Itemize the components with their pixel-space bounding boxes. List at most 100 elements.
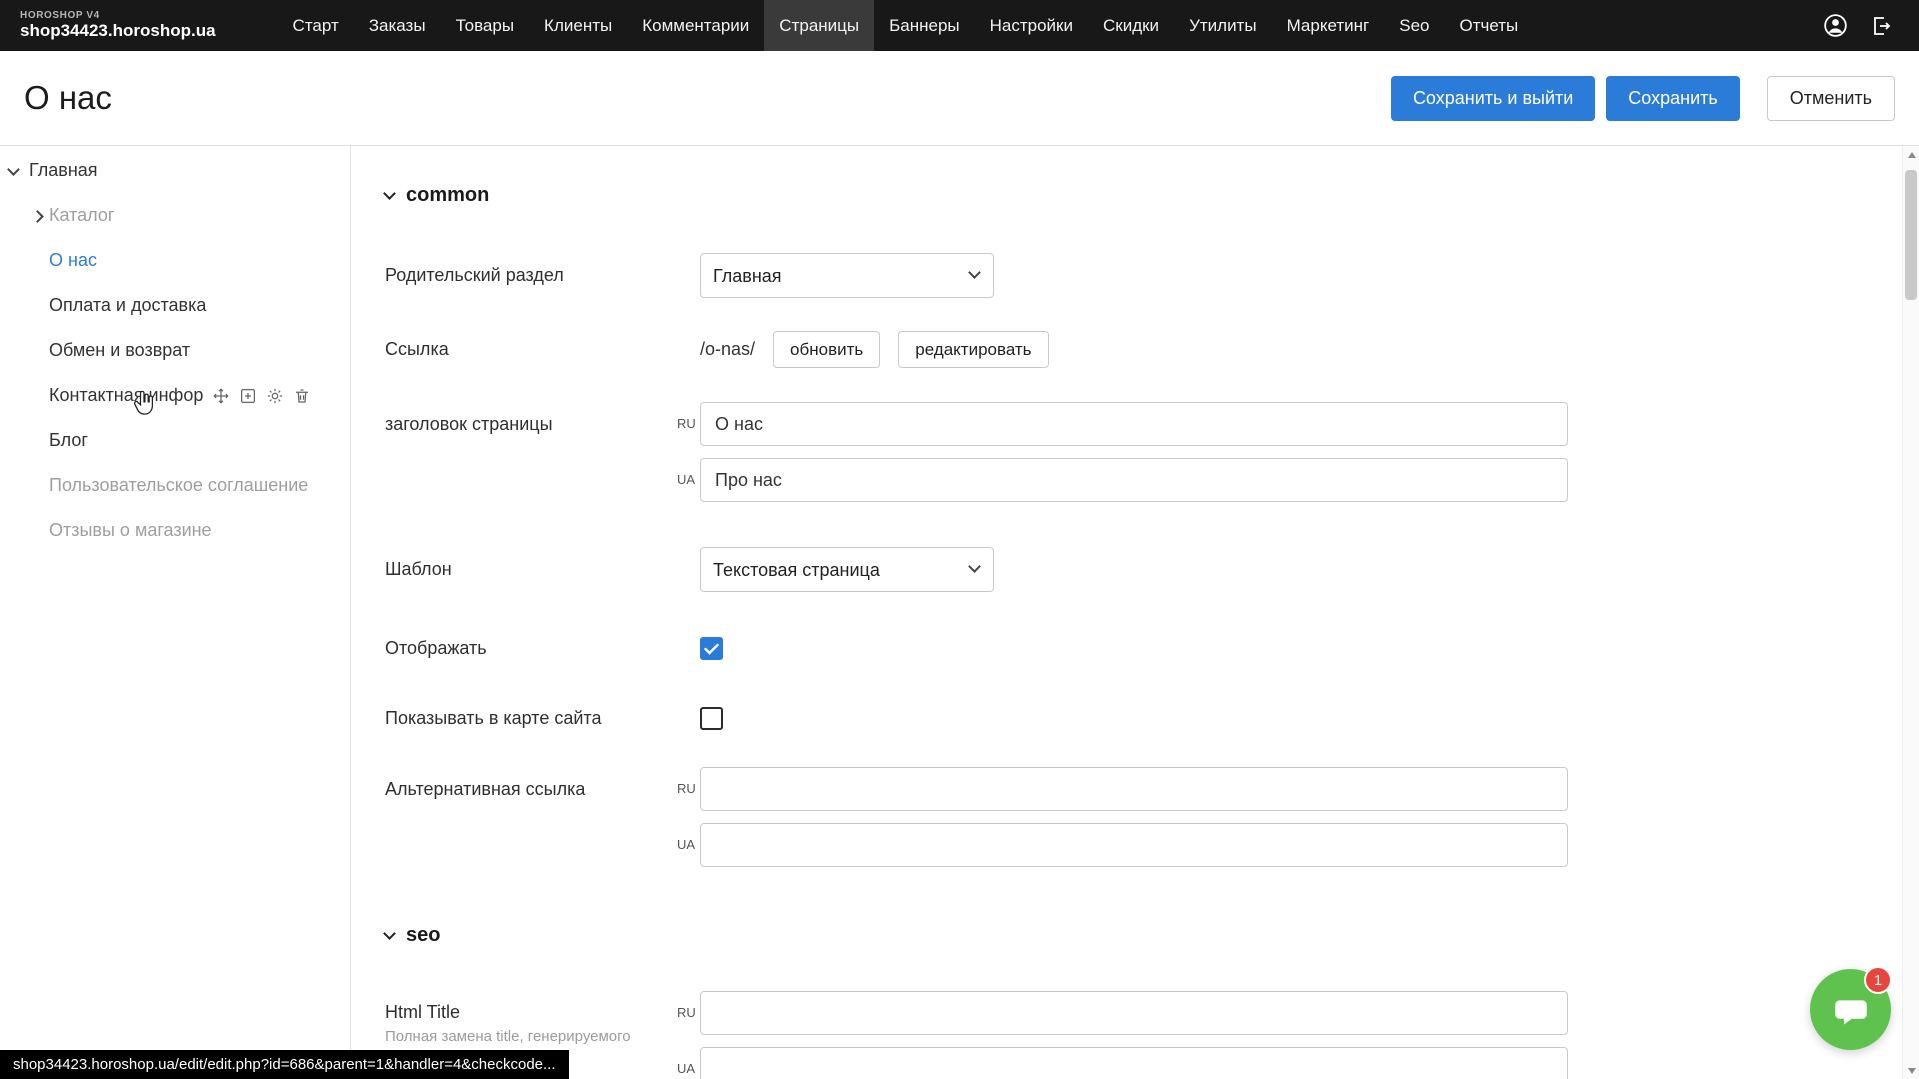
alt-link-inputs: RU UA [677,767,1568,867]
html-title-ua-input[interactable] [700,1047,1568,1079]
section-common-title: common [406,184,489,207]
page-title: О нас [24,79,112,117]
nav-item-seo[interactable]: Seo [1384,0,1444,51]
page-title-label: заголовок страницы [385,402,677,447]
header-actions: Сохранить и выйти Сохранить Отменить [1391,76,1895,121]
html-title-inputs: RU UA [677,991,1568,1079]
tree-item-glavnaya[interactable]: Главная [0,148,350,193]
html-title-ru-input[interactable] [700,991,1568,1035]
form-row-template: Шаблон Текстовая страница [385,547,1919,592]
chevron-down-icon [383,927,396,940]
triangle-up-icon [1908,152,1916,158]
chat-bubble-icon [1830,989,1872,1031]
tree-item-soglashenie[interactable]: Пользовательское соглашение [0,463,350,508]
page-title-inputs: RU UA [677,402,1568,502]
template-select[interactable]: Текстовая страница [700,547,994,592]
brand-domain: shop34423.horoshop.ua [20,22,216,41]
vertical-scrollbar[interactable] [1902,146,1919,1079]
nav-item-start[interactable]: Старт [278,0,354,51]
display-label: Отображать [385,626,677,671]
brand-version: HOROSHOP V4 [20,10,216,21]
tree-item-o-nas[interactable]: О нас [0,238,350,283]
topbar: HOROSHOP V4 shop34423.horoshop.ua Старт … [0,0,1919,51]
link-refresh-button[interactable]: обновить [773,331,880,368]
tree-item-tools [212,387,311,405]
form-row-sitemap: Показывать в карте сайта [385,696,1919,741]
scroll-down-arrow[interactable] [1903,1062,1919,1079]
settings-gear-icon[interactable] [266,387,284,405]
account-icon[interactable] [1822,12,1849,39]
save-and-exit-button[interactable]: Сохранить и выйти [1391,76,1595,121]
link-controls: /o-nas/ обновить редактировать [700,327,1049,372]
cancel-button[interactable]: Отменить [1767,76,1895,121]
tree-item-label: Пользовательское соглашение [49,475,308,496]
chevron-down-icon[interactable] [7,163,20,176]
scroll-up-arrow[interactable] [1903,146,1919,163]
form-row-display: Отображать [385,626,1919,671]
tree-item-kontaktnaya[interactable]: Контактная инфор [0,373,350,418]
lang-ua-label: UA [677,1047,700,1079]
brand-logo[interactable]: HOROSHOP V4 shop34423.horoshop.ua [20,10,216,41]
link-label: Ссылка [385,327,677,372]
nav-item-comments[interactable]: Комментарии [627,0,764,51]
link-edit-button[interactable]: редактировать [898,331,1048,368]
chevron-down-icon [383,187,396,200]
alt-link-ru-row: RU [677,767,1568,811]
alt-link-ua-input[interactable] [700,823,1568,867]
drag-move-icon[interactable] [212,387,230,405]
tree-item-otzyvy[interactable]: Отзывы о магазине [0,508,350,553]
nav-item-marketing[interactable]: Маркетинг [1272,0,1385,51]
section-common-header[interactable]: common [385,184,1919,207]
logout-icon[interactable] [1869,14,1893,38]
nav-item-orders[interactable]: Заказы [354,0,441,51]
nav-item-reports[interactable]: Отчеты [1444,0,1533,51]
tree-item-label: Каталог [49,205,114,226]
triangle-down-icon [1908,1068,1916,1074]
html-title-label: Html Title [385,1001,677,1024]
tree-item-oplata[interactable]: Оплата и доставка [0,283,350,328]
top-navigation: Старт Заказы Товары Клиенты Комментарии … [278,0,1534,51]
save-button[interactable]: Сохранить [1606,76,1739,121]
form-row-link: Ссылка /o-nas/ обновить редактировать [385,327,1919,372]
lang-ua-label: UA [677,823,700,867]
tree-item-obmen[interactable]: Обмен и возврат [0,328,350,373]
display-checkbox-checked[interactable] [700,637,723,660]
tree-item-label: Обмен и возврат [49,340,190,361]
html-title-hint: Полная замена title, генерируемого [385,1028,677,1047]
chat-widget-button[interactable]: 1 [1810,969,1891,1050]
tree-item-label: Блог [49,430,88,451]
alt-link-ru-input[interactable] [700,767,1568,811]
section-seo-header[interactable]: seo [385,924,1919,947]
tree-item-label: Оплата и доставка [49,295,206,316]
form-row-alt-link: Альтернативная ссылка RU UA [385,767,1919,867]
html-title-ru-row: RU [677,991,1568,1035]
nav-item-banners[interactable]: Баннеры [874,0,975,51]
nav-item-utilities[interactable]: Утилиты [1174,0,1272,51]
form-row-parent-section: Родительский раздел Главная [385,253,1919,298]
tree-item-katalog[interactable]: Каталог [0,193,350,238]
nav-item-discounts[interactable]: Скидки [1088,0,1174,51]
page-title-ua-input[interactable] [700,458,1568,502]
tree-item-label: О нас [49,250,97,271]
html-title-label-block: Html Title Полная замена title, генериру… [385,991,677,1046]
alt-link-ua-row: UA [677,823,1568,867]
nav-item-products[interactable]: Товары [441,0,529,51]
tree-item-label: Отзывы о магазине [49,520,212,541]
content-area: Главная Каталог О нас Оплата и доставка … [0,146,1919,1079]
nav-item-pages[interactable]: Страницы [764,0,874,51]
lang-ua-label: UA [677,458,700,502]
delete-trash-icon[interactable] [293,387,311,405]
nav-item-clients[interactable]: Клиенты [529,0,627,51]
chevron-right-icon[interactable] [31,210,44,223]
sitemap-checkbox-holder [700,696,723,741]
tree-item-blog[interactable]: Блог [0,418,350,463]
status-url-tooltip: shop34423.horoshop.ua/edit/edit.php?id=6… [0,1050,569,1079]
scrollbar-thumb[interactable] [1905,170,1917,300]
page-title-ua-row: UA [677,458,1568,502]
nav-item-settings[interactable]: Настройки [975,0,1088,51]
parent-section-select[interactable]: Главная [700,253,994,298]
add-page-icon[interactable] [239,387,257,405]
page-title-ru-input[interactable] [700,402,1568,446]
sitemap-checkbox-unchecked[interactable] [700,707,723,730]
html-title-ua-row: UA [677,1047,1568,1079]
